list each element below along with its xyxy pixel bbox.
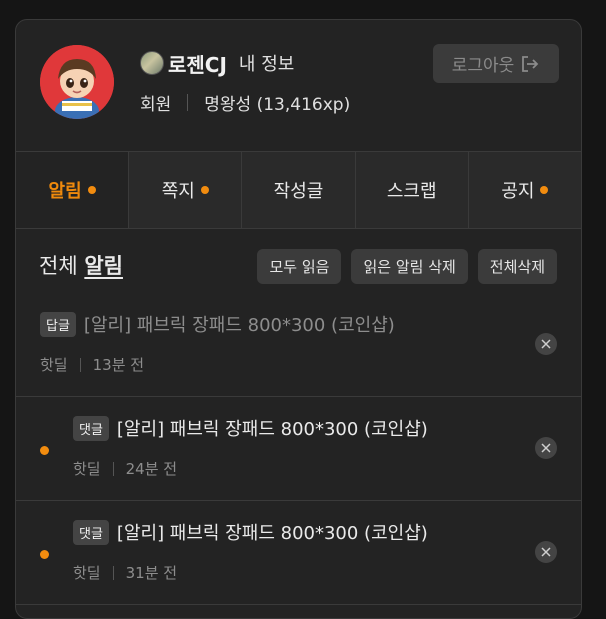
new-dot — [87, 186, 96, 194]
notification-meta: 핫딜 31분 전 — [73, 562, 177, 583]
delete-notification-button[interactable] — [535, 541, 557, 563]
list-item[interactable]: 댓글 [알리] 패브릭 장패드 800*300 (코인샵) 핫딜 31분 전 — [16, 501, 581, 605]
tab-posts[interactable]: 작성글 — [241, 152, 355, 228]
list-item[interactable]: 답글 [알리] 패브릭 장패드 800*300 (코인샵) 핫딜 13분 전 — [16, 293, 581, 397]
notification-line: 댓글 [알리] 패브릭 장패드 800*300 (코인샵) — [73, 519, 428, 545]
notification-line: 댓글 [알리] 패브릭 장패드 800*300 (코인샵) — [73, 415, 428, 441]
logout-label: 로그아웃 — [451, 56, 515, 76]
new-dot — [200, 186, 209, 194]
nickname: 로젠CJ — [168, 52, 227, 77]
board-name: 핫딜 — [40, 356, 68, 374]
notification-title: [알리] 패브릭 장패드 800*300 (코인샵) — [116, 419, 428, 440]
notification-list: 답글 [알리] 패브릭 장패드 800*300 (코인샵) 핫딜 13분 전 댓… — [16, 293, 581, 605]
tab-messages[interactable]: 쪽지 — [128, 152, 242, 228]
delete-all-button[interactable]: 전체삭제 — [477, 249, 557, 284]
type-badge: 답글 — [40, 311, 76, 337]
tab-label: 쪽지 — [161, 181, 195, 202]
delete-read-button[interactable]: 읽은 알림 삭제 — [351, 249, 468, 284]
divider — [79, 357, 81, 372]
user-panel: 로젠CJ 내 정보 회원 명왕성 (13,416xp) 로그아웃 알림 쪽지 작… — [15, 19, 582, 619]
notification-actions: 모두 읽음 읽은 알림 삭제 전체삭제 — [257, 249, 557, 284]
type-badge: 댓글 — [73, 415, 109, 441]
notifications-title: 전체 알림 — [39, 250, 123, 280]
type-badge: 댓글 — [73, 519, 109, 545]
notification-meta: 핫딜 13분 전 — [40, 354, 144, 375]
title-strong: 알림 — [84, 254, 123, 278]
time-ago: 31분 전 — [125, 564, 178, 582]
logout-icon — [522, 55, 539, 72]
time-ago: 13분 전 — [92, 356, 145, 374]
unread-dot — [40, 446, 49, 455]
tab-scrap[interactable]: 스크랩 — [354, 152, 468, 228]
member-level: 명왕성 (13,416xp) — [204, 95, 351, 115]
logout-button[interactable]: 로그아웃 — [433, 44, 559, 83]
mark-all-read-button[interactable]: 모두 읽음 — [257, 249, 342, 284]
tab-notifications[interactable]: 알림 — [16, 152, 129, 228]
new-dot — [540, 186, 549, 194]
notifications-header: 전체 알림 모두 읽음 읽은 알림 삭제 전체삭제 — [16, 229, 581, 293]
divider — [112, 461, 114, 476]
profile-header: 로젠CJ 내 정보 회원 명왕성 (13,416xp) 로그아웃 — [16, 20, 581, 152]
close-icon — [541, 443, 551, 453]
tab-bar: 알림 쪽지 작성글 스크랩 공지 — [16, 152, 581, 229]
my-info-link[interactable]: 내 정보 — [239, 50, 294, 76]
delete-notification-button[interactable] — [535, 333, 557, 355]
tab-label: 공지 — [501, 181, 535, 202]
level-badge-icon — [140, 51, 164, 75]
tab-notice[interactable]: 공지 — [467, 152, 581, 228]
unread-dot — [40, 550, 49, 559]
notification-title: [알리] 패브릭 장패드 800*300 (코인샵) — [83, 315, 395, 336]
nickname-row: 로젠CJ 내 정보 — [140, 50, 294, 77]
divider — [112, 565, 114, 580]
time-ago: 24분 전 — [125, 460, 178, 478]
close-icon — [541, 547, 551, 557]
tab-label: 알림 — [48, 181, 82, 202]
notification-meta: 핫딜 24분 전 — [73, 458, 177, 479]
notification-title: [알리] 패브릭 장패드 800*300 (코인샵) — [116, 523, 428, 544]
member-role: 회원 — [140, 95, 172, 115]
divider — [187, 94, 189, 111]
close-icon — [541, 339, 551, 349]
tab-label: 스크랩 — [386, 181, 437, 202]
notification-line: 답글 [알리] 패브릭 장패드 800*300 (코인샵) — [40, 311, 395, 337]
member-info: 회원 명왕성 (13,416xp) — [140, 90, 350, 115]
tab-label: 작성글 — [273, 181, 324, 202]
board-name: 핫딜 — [73, 564, 101, 582]
title-prefix: 전체 — [39, 254, 78, 278]
delete-notification-button[interactable] — [535, 437, 557, 459]
list-item[interactable]: 댓글 [알리] 패브릭 장패드 800*300 (코인샵) 핫딜 24분 전 — [16, 397, 581, 501]
avatar[interactable] — [40, 45, 114, 119]
board-name: 핫딜 — [73, 460, 101, 478]
